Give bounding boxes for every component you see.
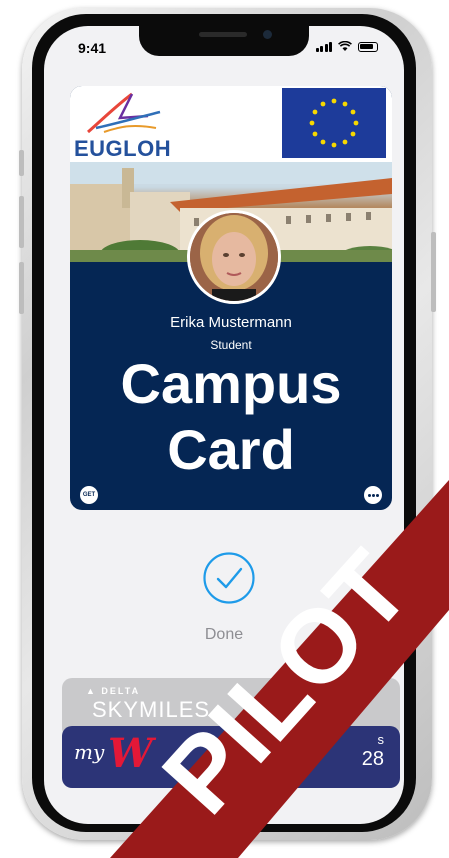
holder-name: Erika Mustermann bbox=[170, 314, 292, 331]
done-label: Done bbox=[204, 626, 244, 643]
campus-card-pass[interactable]: EUGLOH Erika Mustermann Student Campus C… bbox=[70, 86, 392, 510]
front-camera bbox=[263, 30, 272, 39]
holder-role: Student bbox=[210, 338, 252, 352]
battery-icon bbox=[358, 42, 378, 52]
walgreens-my-label: my bbox=[74, 740, 105, 764]
more-options-icon[interactable] bbox=[364, 486, 382, 504]
signal-icon bbox=[315, 42, 332, 52]
delta-brand: ▲ DELTA bbox=[86, 686, 141, 696]
walgreens-number: 28 bbox=[361, 748, 384, 770]
checkmark-circle-icon bbox=[203, 552, 255, 604]
notch bbox=[139, 26, 309, 56]
status-time: 9:41 bbox=[78, 40, 107, 56]
card-title-line2: Card bbox=[167, 418, 295, 481]
wallet-screen: 9:41 EUGLOH Erika Mustermann Student Cam… bbox=[44, 26, 404, 824]
get-button[interactable]: GET bbox=[80, 486, 98, 504]
walgreens-points-suffix: s bbox=[377, 732, 385, 747]
power-button bbox=[431, 232, 436, 312]
skymiles-label: SKYMILES bbox=[92, 697, 211, 722]
volume-down-button bbox=[19, 262, 24, 314]
eugloh-logo-icon bbox=[87, 92, 161, 134]
silent-switch bbox=[19, 150, 24, 176]
volume-up-button bbox=[19, 196, 24, 248]
avatar bbox=[187, 210, 281, 304]
walgreens-logo-icon: W bbox=[108, 730, 153, 777]
card-title-line1: Campus bbox=[120, 352, 342, 415]
walgreens-pass[interactable]: my W s 28 bbox=[62, 726, 400, 788]
eu-flag-icon bbox=[282, 88, 386, 158]
logo-text: EUGLOH bbox=[74, 136, 172, 161]
status-icons bbox=[315, 41, 378, 52]
card-header: EUGLOH bbox=[70, 86, 392, 162]
speaker bbox=[199, 32, 247, 37]
wifi-icon bbox=[338, 41, 352, 51]
